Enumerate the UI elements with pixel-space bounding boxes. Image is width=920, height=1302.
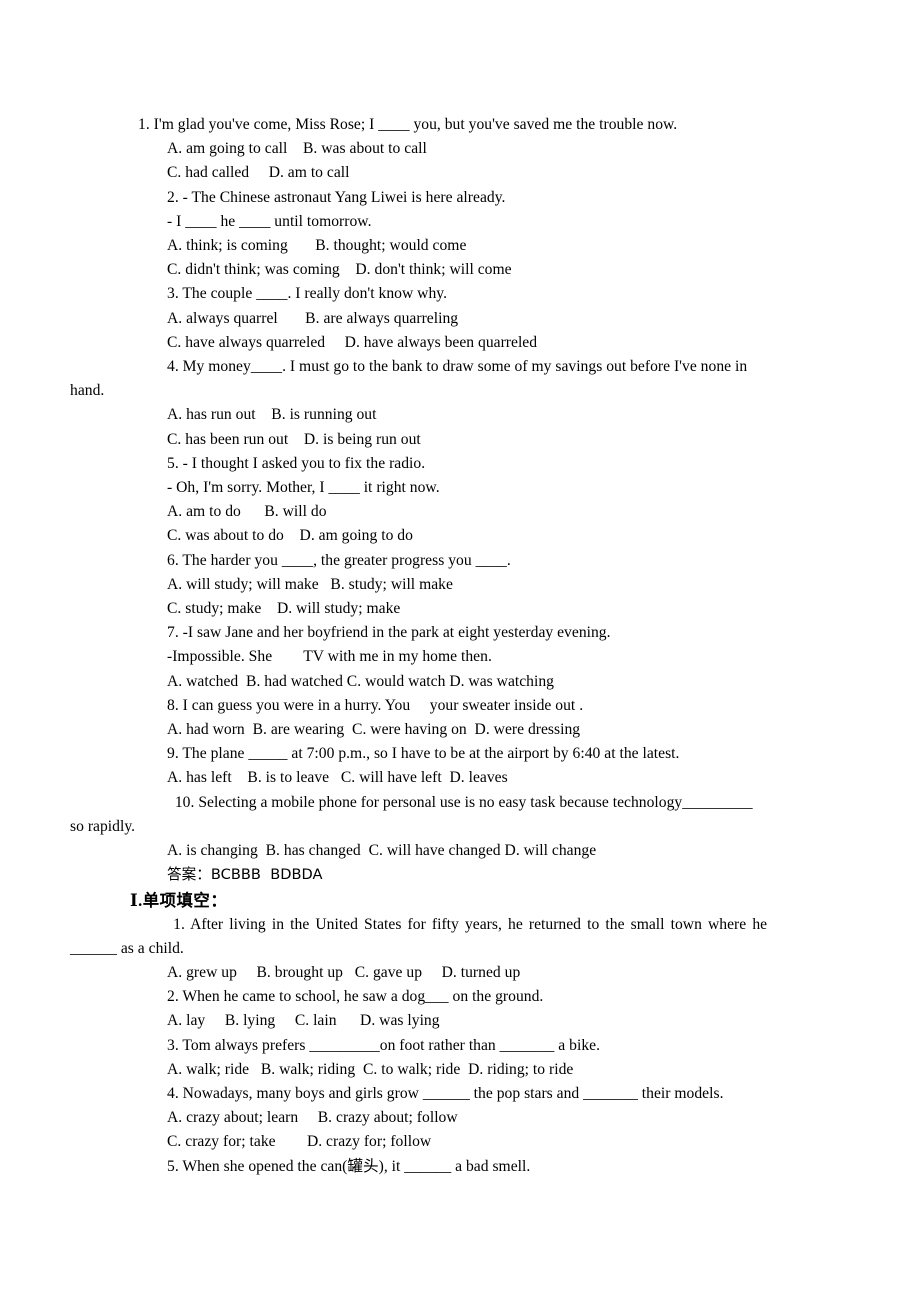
answer-key-line: 答案：BCBBB BDBDA xyxy=(167,866,323,884)
question-line: -Impossible. She TV with me in my home t… xyxy=(167,648,492,666)
question-line: 5. - I thought I asked you to fix the ra… xyxy=(167,454,426,472)
question-line: 7. -I saw Jane and her boyfriend in the … xyxy=(167,624,611,642)
option-line: C. have always quarreled D. have always … xyxy=(167,333,538,351)
question-line: 8. I can guess you were in a hurry. You … xyxy=(167,696,584,714)
question-line: 3. Tom always prefers _________on foot r… xyxy=(167,1036,601,1054)
option-line: C. crazy for; take D. crazy for; follow xyxy=(167,1133,432,1151)
question-line: 2. - The Chinese astronaut Yang Liwei is… xyxy=(167,188,506,206)
question-line: 9. The plane _____ at 7:00 p.m., so I ha… xyxy=(167,745,680,763)
option-line: C. had called D. am to call xyxy=(167,164,350,182)
option-line: A. am going to call B. was about to call xyxy=(167,140,427,158)
question-line: 4. My money____. I must go to the bank t… xyxy=(167,358,748,376)
option-line: A. is changing B. has changed C. will ha… xyxy=(167,842,597,860)
option-line: A. lay B. lying C. lain D. was lying xyxy=(167,1012,440,1030)
question-line: 1. I'm glad you've come, Miss Rose; I __… xyxy=(138,116,678,133)
question-line: 10. Selecting a mobile phone for persona… xyxy=(167,793,753,811)
question-line: 3. The couple ____. I really don't know … xyxy=(167,285,447,303)
question-line-continuation: so rapidly. xyxy=(70,817,136,835)
option-line: A. will study; will make B. study; will … xyxy=(167,575,453,593)
question-line: 4. Nowadays, many boys and girls grow __… xyxy=(167,1084,724,1102)
question-line: - Oh, I'm sorry. Mother, I ____ it right… xyxy=(167,479,440,497)
question-line: 1. After living in the United States for… xyxy=(167,915,768,933)
question-line: 6. The harder you ____, the greater prog… xyxy=(167,551,511,569)
question-line-continuation: ______ as a child. xyxy=(70,939,184,957)
option-line: C. has been run out D. is being run out xyxy=(167,430,421,448)
section-grammar-drill: 1. I'm glad you've come, Miss Rose; I __… xyxy=(70,113,790,888)
option-line: A. am to do B. will do xyxy=(167,503,327,521)
option-line: C. didn't think; was coming D. don't thi… xyxy=(167,261,512,279)
option-line: A. watched B. had watched C. would watch… xyxy=(167,672,554,690)
option-line: C. was about to do D. am going to do xyxy=(167,527,413,545)
option-line: A. has left B. is to leave C. will have … xyxy=(167,769,508,787)
question-line: 2. When he came to school, he saw a dog_… xyxy=(167,988,544,1006)
option-line: A. walk; ride B. walk; riding C. to walk… xyxy=(167,1060,574,1078)
question-line-continuation: hand. xyxy=(70,382,105,400)
option-line: A. always quarrel B. are always quarreli… xyxy=(167,309,459,327)
option-line: A. has run out B. is running out xyxy=(167,406,377,424)
option-line: A. had worn B. are wearing C. were havin… xyxy=(167,721,581,739)
question-line: 5. When she opened the can(罐头), it _____… xyxy=(167,1157,531,1175)
option-line: A. grew up B. brought up C. gave up D. t… xyxy=(167,963,521,981)
section-one: Ⅰ.单项填空： 1. After living in the United St… xyxy=(70,888,790,1179)
option-line: C. study; make D. will study; make xyxy=(167,600,401,618)
document-text-column: 1. I'm glad you've come, Miss Rose; I __… xyxy=(70,113,790,1179)
section-heading: Ⅰ.单项填空： xyxy=(130,890,228,910)
document-page: 1. I'm glad you've come, Miss Rose; I __… xyxy=(0,0,920,1302)
question-line: - I ____ he ____ until tomorrow. xyxy=(167,212,372,230)
option-line: A. crazy about; learn B. crazy about; fo… xyxy=(167,1109,458,1127)
option-line: A. think; is coming B. thought; would co… xyxy=(167,237,467,255)
